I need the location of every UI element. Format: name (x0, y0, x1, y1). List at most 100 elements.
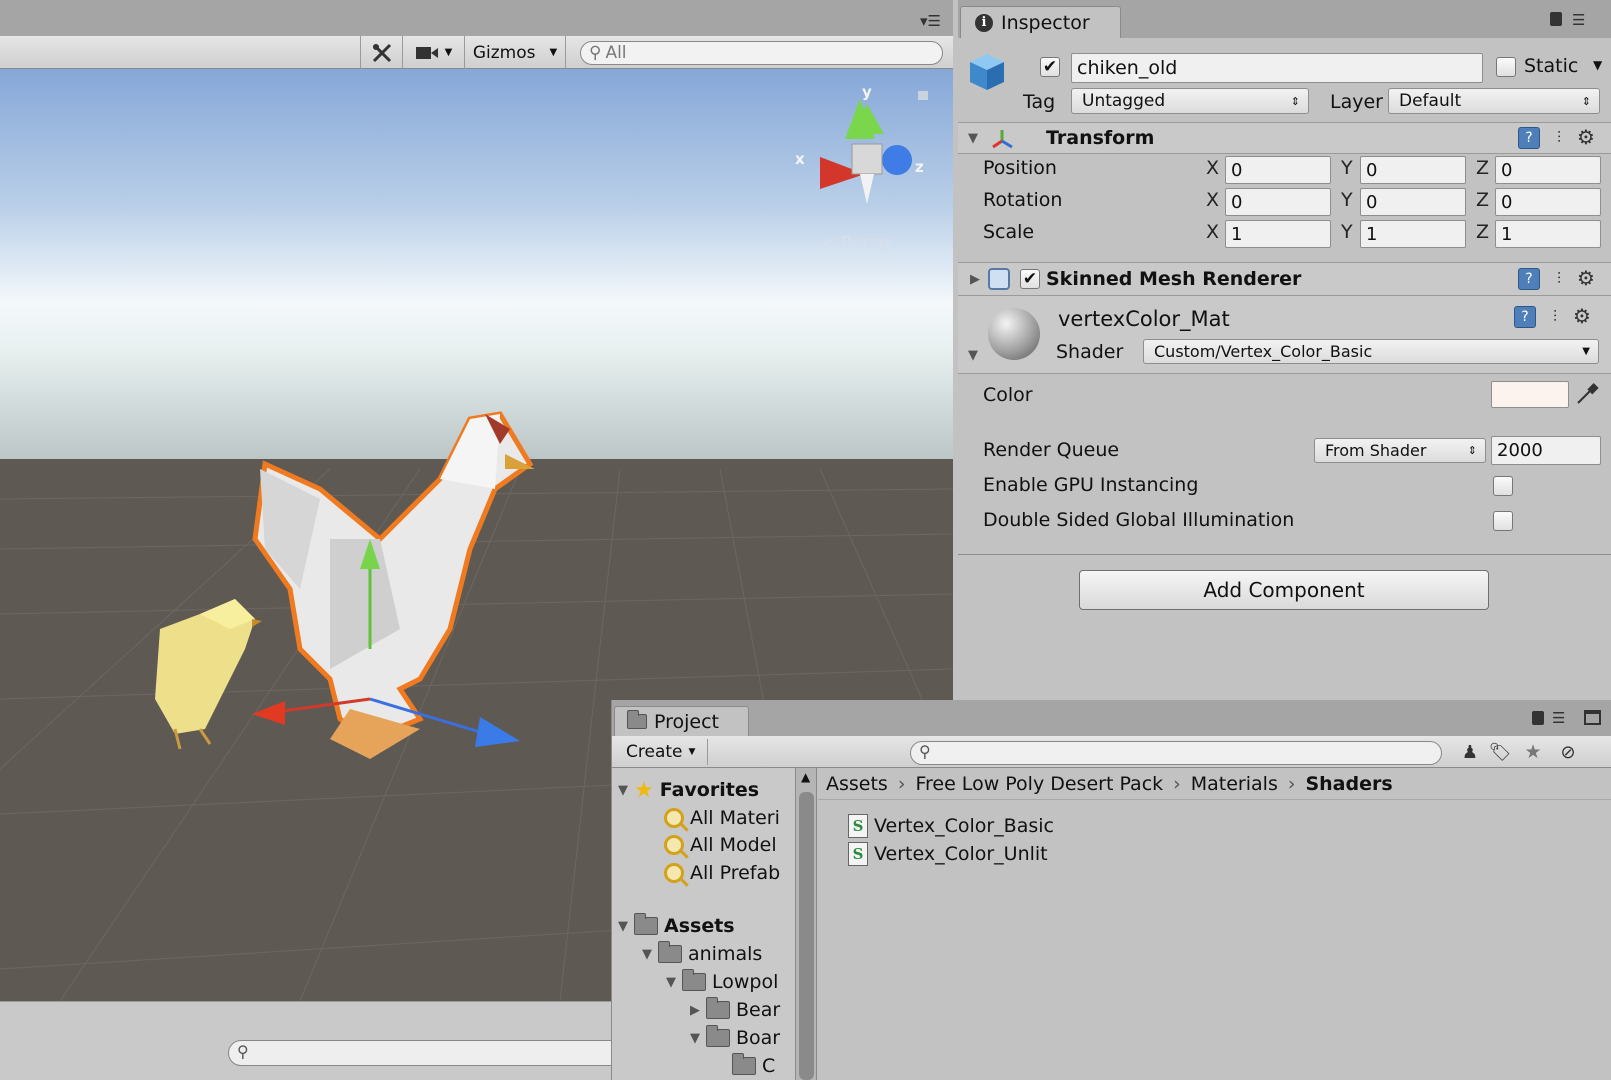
scale-row: Scale X 1 Y 1 Z 1 (958, 218, 1611, 250)
help-book-icon[interactable]: ? (1514, 306, 1536, 328)
tree-folder-item[interactable]: ▼ Boar (690, 1024, 780, 1052)
gear-icon[interactable]: ⚙ (1575, 125, 1597, 149)
folder-icon (706, 997, 730, 1019)
breadcrumb-item[interactable]: Materials (1191, 773, 1278, 795)
expand-arrow-icon[interactable]: ▼ (968, 348, 978, 363)
eyedropper-icon[interactable] (1574, 381, 1600, 407)
filter-by-label-icon[interactable]: 🏷 (1489, 741, 1512, 763)
tree-folder-item[interactable]: ▼ animals (642, 940, 762, 968)
scale-z-input[interactable]: 1 (1495, 220, 1601, 248)
gpu-instancing-checkbox[interactable] (1493, 476, 1513, 496)
rotation-y-input[interactable]: 0 (1360, 188, 1466, 216)
expand-arrow-icon[interactable]: ▼ (690, 1031, 700, 1046)
hidden-packages-icon[interactable]: ⊘ (1557, 741, 1579, 763)
expand-arrow-icon[interactable]: ▼ (618, 783, 628, 798)
camera-dropdown-icon[interactable]: ▼ (402, 36, 464, 69)
star-icon[interactable]: ★ (1522, 741, 1544, 763)
tree-folder-item[interactable]: ▼ Lowpol (666, 968, 778, 996)
z-axis-label[interactable]: Z (1476, 221, 1489, 243)
file-item[interactable]: S Vertex_Color_Unlit (848, 840, 1048, 868)
lock-icon[interactable] (1550, 12, 1562, 26)
expand-arrow-icon[interactable]: ▼ (618, 919, 628, 934)
tag-dropdown[interactable]: Untagged ⇕ (1071, 88, 1309, 114)
y-axis-label[interactable]: Y (1341, 221, 1353, 243)
project-search-input[interactable]: ⚲ (910, 741, 1442, 765)
active-checkbox[interactable]: ✔ (1040, 57, 1060, 77)
chevron-right-icon: › (1287, 772, 1296, 795)
x-axis-label[interactable]: X (1206, 157, 1219, 179)
tools-toggle-icon[interactable] (360, 36, 402, 69)
persp-label[interactable]: < Persp (820, 233, 890, 254)
preset-sliders-icon[interactable]: ⫶ (1548, 127, 1570, 149)
star-icon: ★ (634, 777, 654, 803)
rotation-z-input[interactable]: 0 (1495, 188, 1601, 216)
gear-icon[interactable]: ⚙ (1575, 266, 1597, 290)
favorite-item[interactable]: All Model (664, 831, 777, 859)
favorite-label: All Model (690, 834, 777, 856)
collapse-arrow-icon[interactable]: ▶ (690, 1003, 700, 1018)
scene-search-input[interactable]: ⚲ All (580, 41, 943, 65)
breadcrumb-item[interactable]: Free Low Poly Desert Pack (915, 773, 1163, 795)
expand-arrow-icon[interactable]: ▼ (968, 131, 978, 146)
filter-by-type-icon[interactable]: ♟ (1459, 741, 1481, 763)
tab-project[interactable]: Project (614, 706, 749, 736)
y-axis-label[interactable]: Y (1341, 157, 1353, 179)
x-axis-label[interactable]: X (1206, 189, 1219, 211)
position-x-input[interactable]: 0 (1225, 156, 1331, 184)
panel-menu-icon[interactable]: ☰ (1552, 709, 1565, 727)
skinned-mesh-enabled-checkbox[interactable]: ✔ (1020, 269, 1040, 289)
preset-sliders-icon[interactable]: ⫶ (1548, 268, 1570, 290)
y-axis-label[interactable]: Y (1341, 189, 1353, 211)
add-component-button[interactable]: Add Component (1079, 570, 1489, 610)
favorite-item[interactable]: All Prefab (664, 859, 780, 887)
position-z-input[interactable]: 0 (1495, 156, 1601, 184)
scroll-up-icon[interactable]: ▲ (801, 770, 810, 784)
tree-scrollbar[interactable]: ▲ (795, 768, 816, 1080)
expand-arrow-icon[interactable]: ▼ (666, 975, 676, 990)
render-queue-mode-dropdown[interactable]: From Shader ⇕ (1314, 438, 1486, 463)
object-name-input[interactable]: chiken_old (1071, 53, 1483, 83)
assets-row[interactable]: ▼ Assets (618, 912, 735, 940)
breadcrumb-item[interactable]: Assets (826, 773, 888, 795)
help-book-icon[interactable]: ? (1518, 127, 1540, 149)
gear-icon[interactable]: ⚙ (1571, 304, 1593, 328)
inspector-panel: i Inspector ☰ ✔ chiken_old Static ▼ Tag … (958, 0, 1611, 700)
search-icon: ⚲ (237, 1042, 249, 1061)
lock-icon[interactable] (1532, 711, 1544, 725)
gizmos-dropdown[interactable]: Gizmos ▼ (464, 36, 566, 69)
lock-icon[interactable] (918, 91, 928, 100)
help-book-icon[interactable]: ? (1518, 268, 1540, 290)
double-sided-gi-checkbox[interactable] (1493, 511, 1513, 531)
static-checkbox[interactable] (1496, 57, 1516, 77)
chevron-down-icon: ▼ (1582, 346, 1590, 357)
z-axis-label[interactable]: Z (1476, 157, 1489, 179)
x-axis-label[interactable]: X (1206, 221, 1219, 243)
transform-header[interactable]: ▼ Transform ? ⫶ ⚙ (958, 122, 1611, 154)
static-dropdown-icon[interactable]: ▼ (1593, 58, 1602, 72)
z-axis-label[interactable]: Z (1476, 189, 1489, 211)
render-queue-input[interactable]: 2000 (1491, 436, 1601, 465)
shader-dropdown[interactable]: Custom/Vertex_Color_Basic ▼ (1143, 339, 1599, 364)
scale-x-input[interactable]: 1 (1225, 220, 1331, 248)
tree-folder-item[interactable]: C (732, 1052, 775, 1080)
scale-y-input[interactable]: 1 (1360, 220, 1466, 248)
favorites-row[interactable]: ▼ ★ Favorites (618, 776, 759, 804)
maximize-icon[interactable] (1584, 710, 1601, 725)
panel-menu-icon[interactable]: ▾☰ (920, 12, 941, 30)
color-swatch[interactable] (1491, 381, 1569, 408)
scrollbar-thumb[interactable] (799, 792, 814, 1080)
breadcrumb-current[interactable]: Shaders (1305, 773, 1392, 795)
favorite-item[interactable]: All Materi (664, 804, 780, 832)
rotation-x-input[interactable]: 0 (1225, 188, 1331, 216)
collapse-arrow-icon[interactable]: ▶ (970, 272, 980, 287)
position-y-input[interactable]: 0 (1360, 156, 1466, 184)
tab-inspector[interactable]: i Inspector (960, 6, 1121, 38)
preset-sliders-icon[interactable]: ⫶ (1544, 306, 1566, 328)
create-dropdown[interactable]: Create ▼ (620, 739, 708, 765)
skinned-mesh-header[interactable]: ▶ ✔ Skinned Mesh Renderer ? ⫶ ⚙ (958, 262, 1611, 296)
layer-dropdown[interactable]: Default ⇕ (1388, 88, 1600, 114)
panel-menu-icon[interactable]: ☰ (1572, 11, 1585, 29)
tree-folder-item[interactable]: ▶ Bear (690, 996, 780, 1024)
file-item[interactable]: S Vertex_Color_Basic (848, 812, 1054, 840)
expand-arrow-icon[interactable]: ▼ (642, 947, 652, 962)
